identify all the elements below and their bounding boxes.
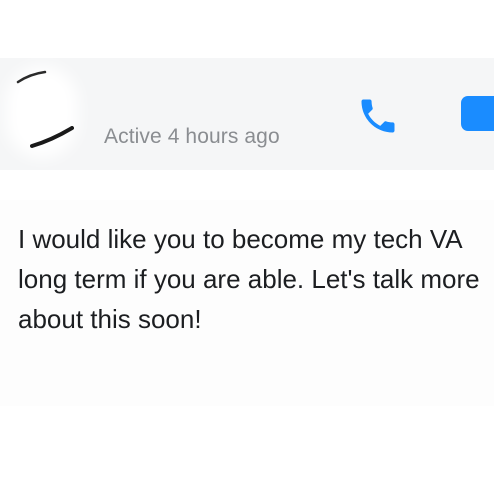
- back-arrow-icon[interactable]: [16, 68, 48, 88]
- message-bubble-text: I would like you to become my tech VA lo…: [18, 224, 480, 334]
- phone-icon: [361, 99, 395, 133]
- active-status-text: Active 4 hours ago: [104, 125, 280, 148]
- messenger-conversation-screen: Active 4 hours ago I would like you to b…: [0, 0, 494, 494]
- voice-call-button[interactable]: [350, 90, 404, 140]
- redaction-mark-icon: [30, 126, 74, 148]
- video-camera-icon: [461, 96, 494, 131]
- video-call-button[interactable]: [454, 90, 494, 136]
